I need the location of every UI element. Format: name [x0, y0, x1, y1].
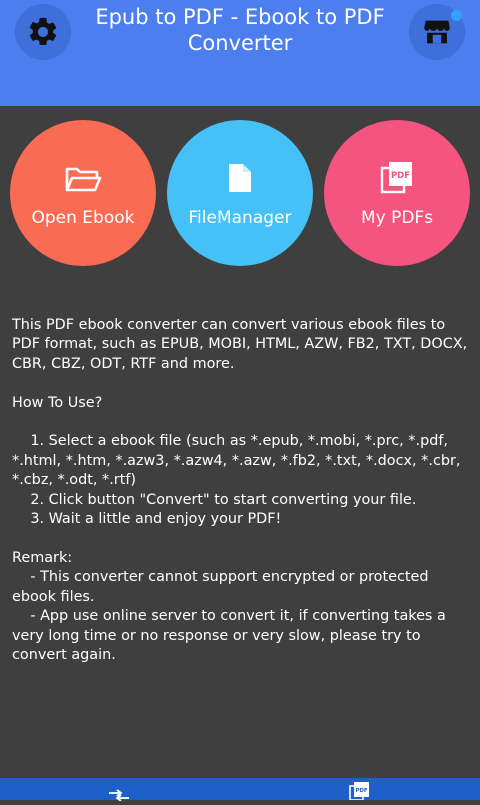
bottom-nav: PDF — [0, 778, 480, 802]
svg-text:PDF: PDF — [391, 171, 410, 181]
notification-badge — [451, 10, 462, 21]
pdf-icon: PDF — [349, 782, 369, 801]
description-text: This PDF ebook converter can convert var… — [12, 317, 472, 372]
file-manager-button[interactable]: FileManager — [167, 120, 313, 266]
remark-2: - App use online server to convert it, i… — [12, 608, 451, 663]
step-2: 2. Click button "Convert" to start conve… — [12, 491, 417, 508]
remark-1: - This converter cannot support encrypte… — [12, 569, 434, 605]
convert-arrows-icon — [109, 789, 129, 802]
how-to-heading: How To Use? — [12, 394, 103, 411]
step-1: 1. Select a ebook file (such as *.epub, … — [12, 433, 466, 489]
nav-convert[interactable] — [108, 786, 130, 805]
step-3: 3. Wait a little and enjoy your PDF! — [12, 511, 282, 528]
my-pdfs-label: My PDFs — [360, 208, 434, 228]
svg-text:PDF: PDF — [355, 788, 368, 794]
settings-button[interactable] — [15, 4, 71, 60]
app-header: Epub to PDF - Ebook to PDF Converter — [0, 0, 480, 106]
remark-heading: Remark: — [12, 549, 73, 566]
open-ebook-button[interactable]: Open Ebook — [10, 120, 156, 266]
open-ebook-label: Open Ebook — [31, 208, 135, 228]
file-manager-label: FileManager — [188, 208, 292, 228]
pdf-icon: PDF — [380, 162, 412, 194]
my-pdfs-button[interactable]: PDF My PDFs — [324, 120, 470, 266]
page-title: Epub to PDF - Ebook to PDF Converter — [95, 5, 385, 55]
nav-my-pdfs[interactable]: PDF — [349, 782, 369, 804]
folder-open-icon — [65, 167, 102, 192]
file-icon — [229, 164, 251, 192]
gear-icon — [29, 17, 57, 46]
instructions: This PDF ebook converter can convert var… — [12, 316, 472, 665]
store-icon — [424, 20, 450, 44]
